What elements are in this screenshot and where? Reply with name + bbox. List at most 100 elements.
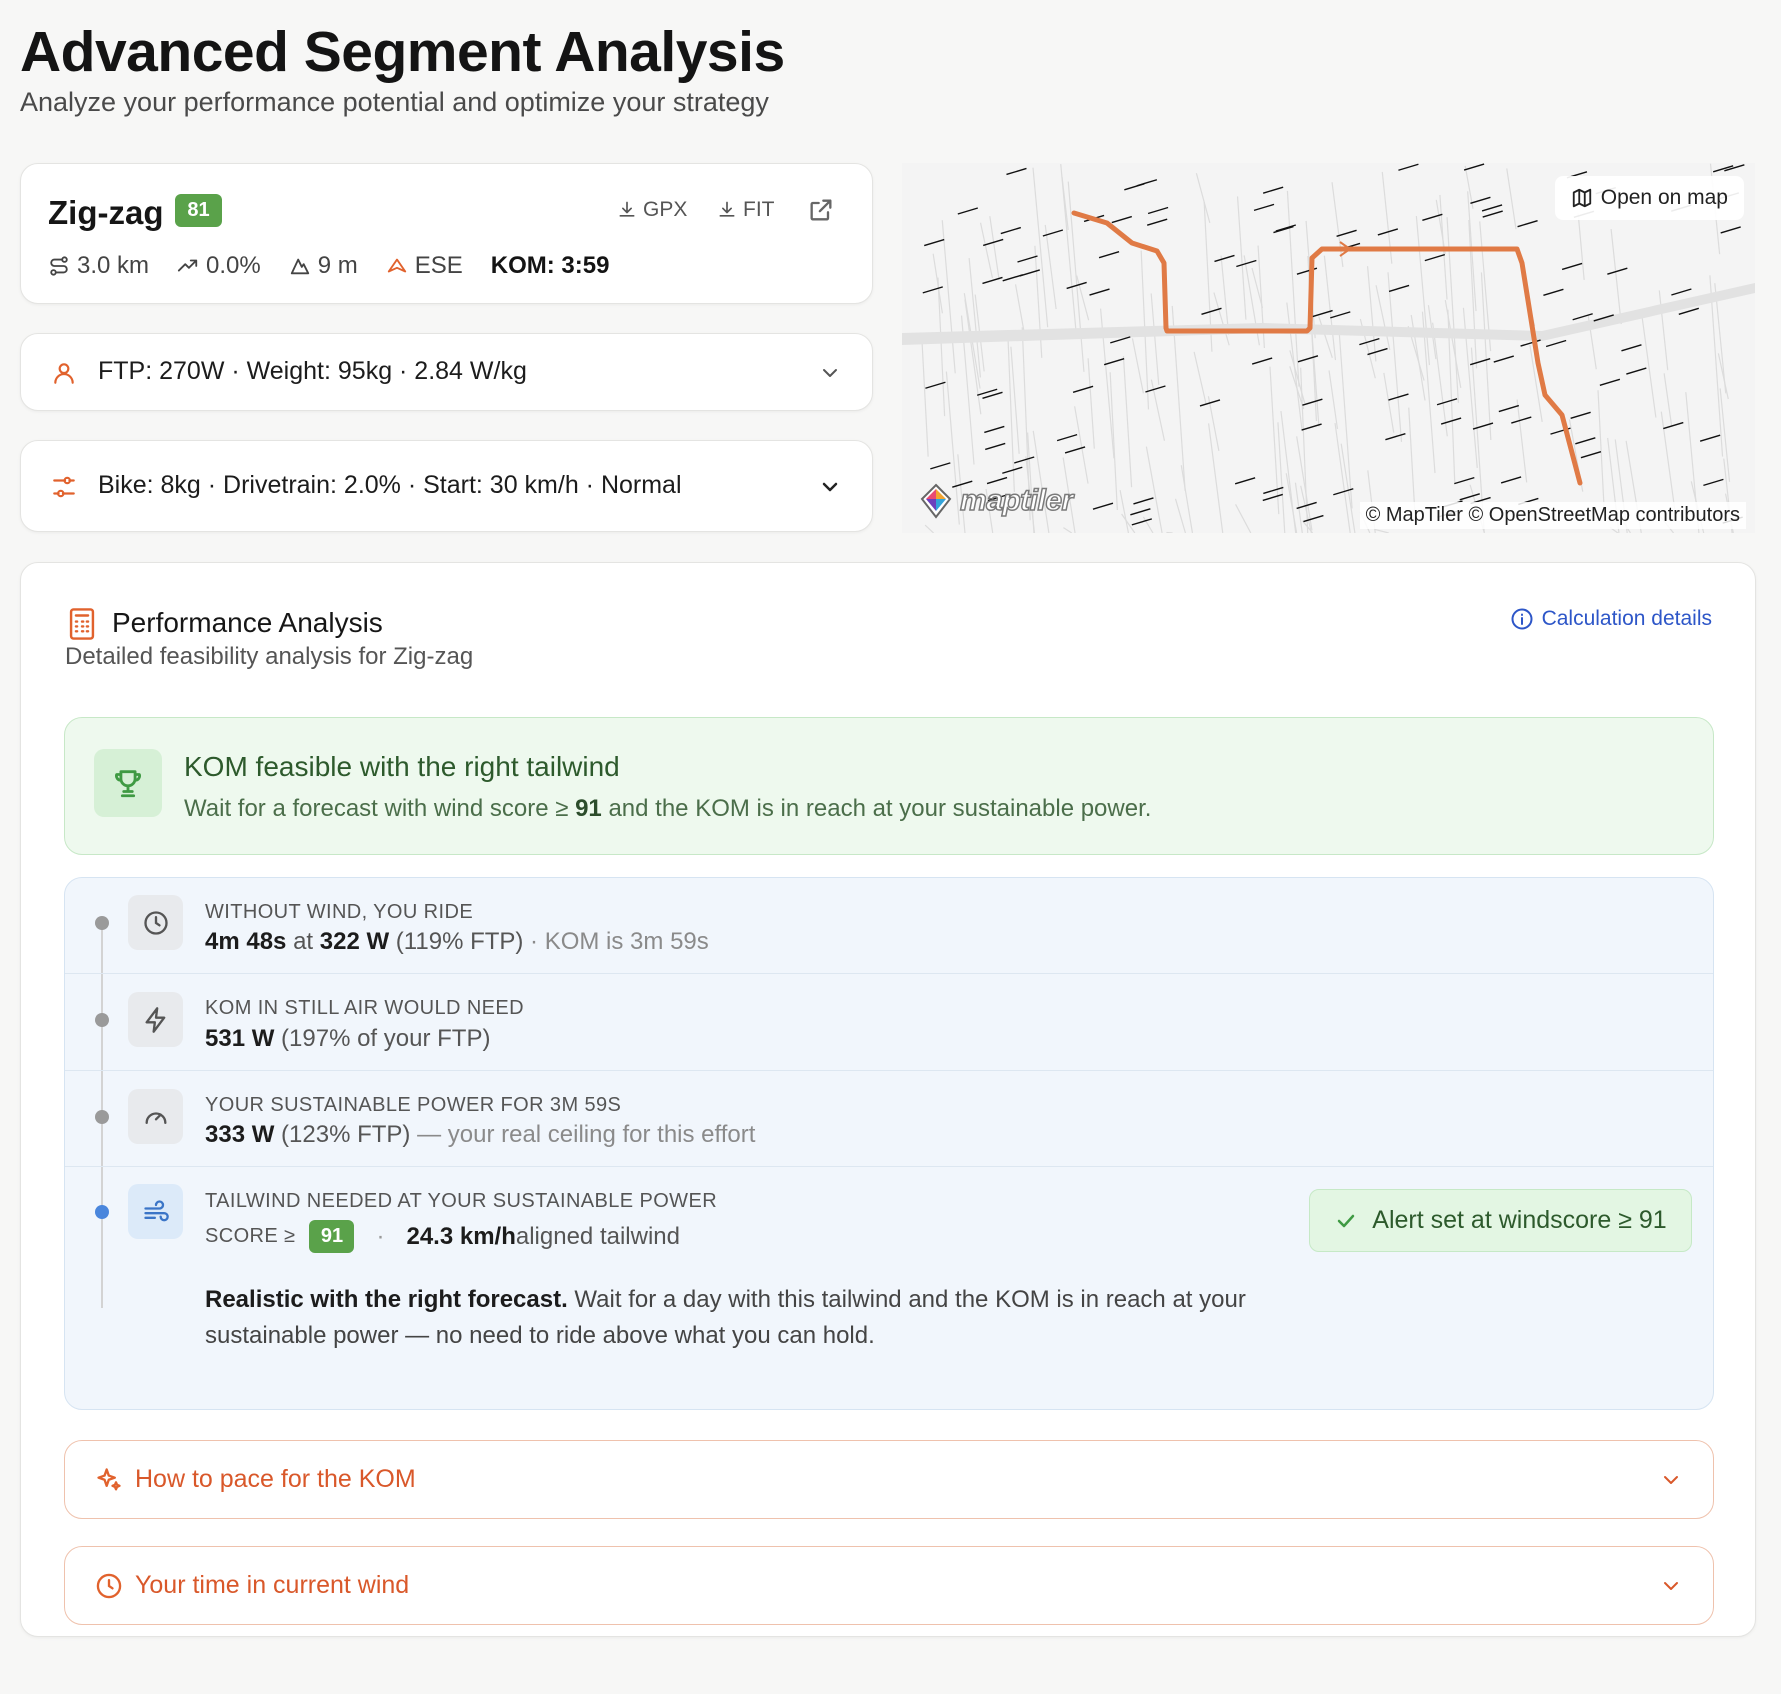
tailwind-speed: 24.3 km/h <box>406 1222 516 1250</box>
still-air-pct: (197% of your FTP) <box>274 1025 491 1052</box>
segment-score-badge: 81 <box>175 194 222 227</box>
chevron-down-icon[interactable] <box>818 361 842 385</box>
chevron-down-icon[interactable] <box>1659 1468 1683 1492</box>
pacing-accordion[interactable]: How to pace for the KOM <box>64 1440 1714 1519</box>
clock-icon <box>96 1573 122 1599</box>
zap-icon <box>145 1006 165 1033</box>
kom-stat: KOM: 3:59 <box>491 252 610 280</box>
at-text: at <box>286 928 320 955</box>
sustainable-note: — your real ceiling for this effort <box>410 1121 756 1148</box>
score-label: SCORE ≥ <box>205 1225 296 1247</box>
clock-icon <box>143 910 168 935</box>
external-link-icon[interactable] <box>807 196 835 224</box>
bike-summary: Bike: 8kg · Drivetrain: 2.0% · Start: 30… <box>98 471 682 499</box>
windscore-alert-button[interactable]: Alert set at windscore ≥ 91 <box>1309 1189 1692 1252</box>
ride-time: 4m 48s <box>205 928 287 955</box>
step-value: SCORE ≥ 91 · 24.3 km/h aligned tailwind <box>205 1220 680 1253</box>
performance-analysis-card: Performance Analysis Detailed feasibilit… <box>20 562 1756 1637</box>
elevation-stat: 9 m <box>289 252 358 280</box>
windscore-badge: 91 <box>309 1220 355 1253</box>
timeline-dot <box>95 1013 109 1027</box>
compass-arrow-icon <box>387 258 406 273</box>
sparkles-icon <box>97 1468 121 1491</box>
verdict-banner: KOM feasible with the right tailwind Wai… <box>64 717 1714 855</box>
route-icon <box>50 256 68 276</box>
direction-stat: ESE <box>386 252 463 280</box>
page-title: Advanced Segment Analysis <box>20 20 785 84</box>
mountain-icon <box>290 258 309 275</box>
step-label: KOM IN STILL AIR WOULD NEED <box>205 997 525 1019</box>
gpx-download-button[interactable]: GPX <box>617 198 687 222</box>
step-value: 531 W (197% of your FTP) <box>205 1025 490 1053</box>
zap-icon-wrap <box>128 992 183 1047</box>
gpx-label: GPX <box>643 198 688 221</box>
verdict-score: 91 <box>575 795 602 822</box>
download-icon <box>719 201 735 217</box>
tailwind-suffix: aligned tailwind <box>515 1222 680 1250</box>
segment-map[interactable]: Open on map maptiler © MapTiler © OpenSt… <box>902 163 1755 533</box>
check-icon <box>1338 1214 1355 1227</box>
trophy-icon <box>115 770 141 798</box>
kom-value: KOM: 3:59 <box>490 252 610 279</box>
bike-settings-row[interactable]: Bike: 8kg · Drivetrain: 2.0% · Start: 30… <box>20 440 873 532</box>
page-subtitle: Analyze your performance potential and o… <box>20 87 769 117</box>
clock-icon-wrap <box>128 895 183 950</box>
tailwind-description: Realistic with the right forecast. Wait … <box>205 1282 1265 1354</box>
step-label: YOUR SUSTAINABLE POWER FOR 3M 59S <box>205 1094 622 1116</box>
segment-name: Zig-zag <box>48 194 164 231</box>
gauge-icon-wrap <box>128 1089 183 1144</box>
open-on-map-label: Open on map <box>1600 186 1728 209</box>
fit-download-button[interactable]: FIT <box>717 198 775 222</box>
sliders-icon <box>53 476 75 498</box>
fit-label: FIT <box>743 198 775 221</box>
calculator-icon <box>69 608 95 640</box>
performance-title: Performance Analysis <box>112 607 383 638</box>
step-sustainable-power: YOUR SUSTAINABLE POWER FOR 3M 59S 333 W … <box>65 1071 1713 1167</box>
maptiler-mark-icon <box>920 483 952 519</box>
trending-up-icon <box>177 259 198 272</box>
timeline-dot-active <box>95 1205 109 1219</box>
timeline-dot <box>95 1110 109 1124</box>
wind-icon-wrap <box>128 1184 183 1239</box>
distance-stat: 3.0 km <box>48 252 149 280</box>
direction-value: ESE <box>414 252 463 279</box>
current-wind-accordion-label: Your time in current wind <box>135 1571 410 1599</box>
verdict-text-pre: Wait for a forecast with wind score ≥ <box>184 795 576 822</box>
kom-note: · KOM is 3m 59s <box>523 928 709 955</box>
calculation-details-label: Calculation details <box>1541 607 1712 630</box>
step-still-air: KOM IN STILL AIR WOULD NEED 531 W (197% … <box>65 974 1713 1071</box>
alert-label: Alert set at windscore ≥ 91 <box>1372 1206 1667 1234</box>
step-without-wind: WITHOUT WIND, YOU RIDE 4m 48s at 322 W (… <box>65 878 1713 974</box>
map-attribution[interactable]: © MapTiler © OpenStreetMap contributors <box>1359 502 1746 529</box>
verdict-text-post: and the KOM is in reach at your sustaina… <box>601 795 1152 822</box>
verdict-text: Wait for a forecast with wind score ≥ 91… <box>184 795 1151 823</box>
timeline-dot <box>95 916 109 930</box>
map-icon <box>1572 188 1591 208</box>
performance-subtitle: Detailed feasibility analysis for Zig-za… <box>65 643 474 670</box>
wind-icon <box>143 1199 169 1221</box>
elevation-value: 9 m <box>317 252 358 279</box>
separator-dot: · <box>376 1222 385 1250</box>
chevron-down-icon[interactable] <box>818 475 842 499</box>
rider-settings-row[interactable]: FTP: 270W · Weight: 95kg · 2.84 W/kg <box>20 333 873 411</box>
current-wind-accordion[interactable]: Your time in current wind <box>64 1546 1714 1625</box>
gauge-icon <box>145 1111 166 1124</box>
segment-card: Zig-zag 81 GPX FIT 3.0 km 0.0% 9 m ESE K… <box>20 163 873 304</box>
chevron-down-icon[interactable] <box>1659 1574 1683 1598</box>
open-on-map-button[interactable]: Open on map <box>1554 176 1744 220</box>
ride-power: 322 W <box>319 928 390 955</box>
verdict-title: KOM feasible with the right tailwind <box>184 751 620 782</box>
user-icon <box>54 363 74 384</box>
tailwind-desc-bold: Realistic with the right forecast. <box>205 1286 568 1313</box>
analysis-steps: WITHOUT WIND, YOU RIDE 4m 48s at 322 W (… <box>64 877 1714 1410</box>
rider-summary: FTP: 270W · Weight: 95kg · 2.84 W/kg <box>98 357 527 385</box>
maptiler-logo: maptiler <box>916 481 1074 521</box>
grade-value: 0.0% <box>206 252 261 279</box>
calculation-details-link[interactable]: Calculation details <box>1510 607 1712 631</box>
step-value: 333 W (123% FTP) — your real ceiling for… <box>205 1121 755 1149</box>
trophy-icon-wrap <box>94 749 162 817</box>
sustainable-power: 333 W <box>205 1121 275 1148</box>
pacing-accordion-label: How to pace for the KOM <box>135 1465 416 1493</box>
still-air-power: 531 W <box>205 1025 275 1052</box>
download-icon <box>619 201 635 217</box>
